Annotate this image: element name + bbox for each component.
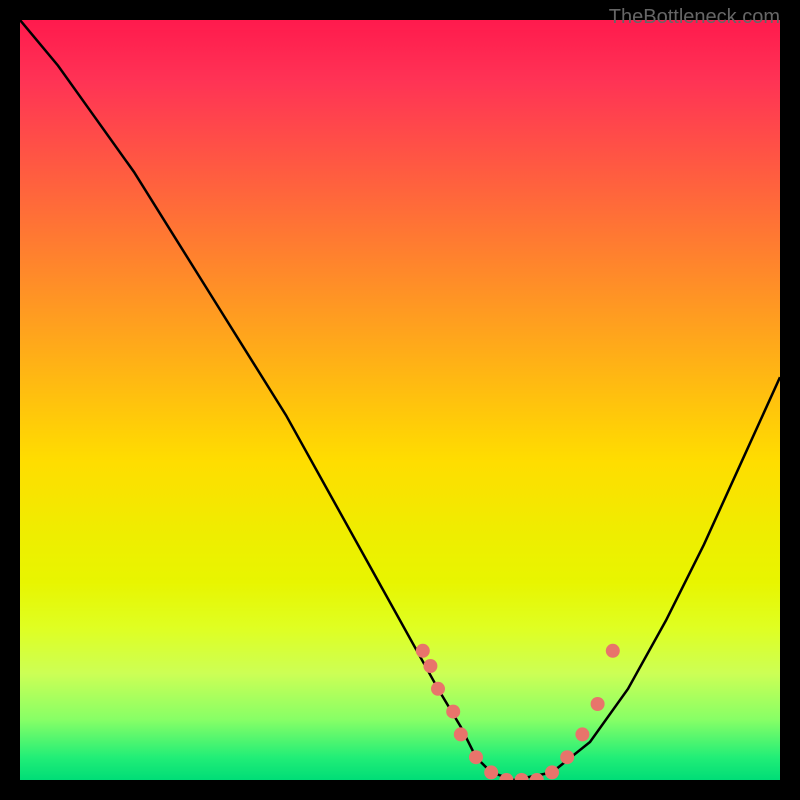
watermark-text: TheBottleneck.com	[609, 6, 780, 29]
scatter-point	[515, 773, 529, 780]
scatter-point	[560, 750, 574, 764]
scatter-points	[416, 644, 620, 780]
chart-svg	[20, 20, 780, 780]
bottleneck-curve	[20, 20, 780, 780]
scatter-point	[431, 682, 445, 696]
scatter-point	[499, 773, 513, 780]
scatter-point	[545, 765, 559, 779]
scatter-point	[591, 697, 605, 711]
scatter-point	[423, 659, 437, 673]
scatter-point	[454, 727, 468, 741]
scatter-point	[575, 727, 589, 741]
scatter-point	[484, 765, 498, 779]
scatter-point	[606, 644, 620, 658]
chart-plot-area	[20, 20, 780, 780]
scatter-point	[446, 705, 460, 719]
scatter-point	[469, 750, 483, 764]
curve-path	[20, 20, 780, 780]
scatter-point	[416, 644, 430, 658]
